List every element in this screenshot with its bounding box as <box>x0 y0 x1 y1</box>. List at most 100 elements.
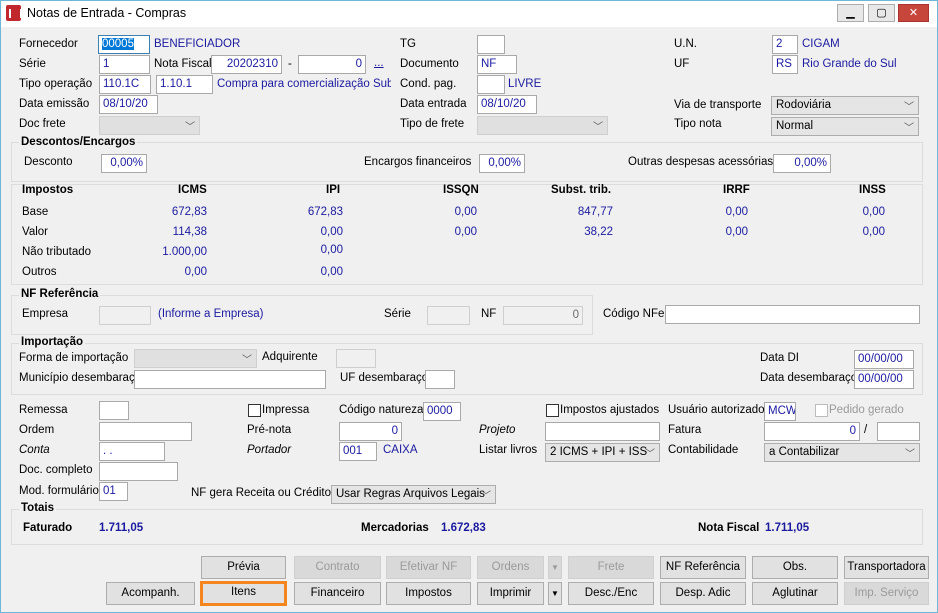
uf-input[interactable]: RS <box>772 55 798 74</box>
contrato-button[interactable]: Contrato <box>294 556 381 579</box>
itens-button[interactable]: Itens <box>200 581 287 606</box>
impressa-checkbox[interactable] <box>248 404 261 417</box>
frete-button[interactable]: Frete <box>568 556 654 579</box>
ordens-dropdown-icon[interactable]: ▼ <box>548 556 562 579</box>
tipo-frete-select[interactable]: ﹀ <box>477 116 608 135</box>
listar-livros-value: 2 ICMS + IPI + ISS <box>550 446 648 458</box>
obs-button[interactable]: Obs. <box>752 556 838 579</box>
encargos-label: Encargos financeiros <box>364 156 472 168</box>
data-entrada-input[interactable]: 08/10/20 <box>477 95 537 114</box>
usuario-autorizado-input[interactable]: MCW <box>764 402 796 421</box>
fatura-input[interactable]: 0 <box>764 422 860 441</box>
base-inss: 0,00 <box>862 206 885 218</box>
portador-input[interactable]: 001 <box>339 442 377 461</box>
serie-input[interactable]: 1 <box>99 55 150 74</box>
nota-fiscal-lookup-button[interactable]: ... <box>374 57 384 69</box>
imprimir-dropdown-icon[interactable]: ▼ <box>548 582 562 605</box>
valor-subst: 38,22 <box>584 226 613 238</box>
conta-input[interactable]: . . <box>99 442 165 461</box>
totais-title: Totais <box>19 502 57 514</box>
codigo-nfe-input[interactable] <box>665 305 920 324</box>
data-di-input[interactable]: 00/00/00 <box>854 350 914 369</box>
data-emissao-input[interactable]: 08/10/20 <box>99 95 158 114</box>
mod-formulario-input[interactable]: 01 <box>99 482 128 501</box>
base-icms: 672,83 <box>171 206 207 218</box>
nota-fiscal-input[interactable]: 20202310 <box>211 55 282 74</box>
doc-frete-select[interactable]: ﹀ <box>99 116 200 135</box>
close-button[interactable]: ✕ <box>898 4 929 22</box>
pre-nota-input[interactable]: 0 <box>339 422 402 441</box>
imprimir-button[interactable]: Imprimir <box>477 582 544 605</box>
fornecedor-label: Fornecedor <box>19 38 78 50</box>
municipio-label: Município desembaraço <box>19 372 142 384</box>
cfop-input[interactable]: 1.10.1 <box>156 75 213 94</box>
acompanh-button[interactable]: Acompanh. <box>106 582 195 605</box>
ordem-input[interactable] <box>99 422 192 441</box>
usuario-autorizado-label: Usuário autorizado <box>668 404 765 416</box>
nf-ref-serie-input[interactable] <box>427 306 470 325</box>
contabilidade-select[interactable]: a Contabilizar ﹀ <box>764 443 920 462</box>
codigo-natureza-input[interactable]: 0000 <box>423 402 461 421</box>
tipo-nota-select[interactable]: Normal ﹀ <box>771 117 919 136</box>
base-irrf: 0,00 <box>725 206 748 218</box>
remessa-label: Remessa <box>19 404 68 416</box>
desconto-input[interactable]: 0,00% <box>101 154 147 173</box>
window: Notas de Entrada - Compras ▁ ▢ ✕ Fornece… <box>0 0 938 613</box>
adquirente-input[interactable] <box>336 349 376 368</box>
chevron-down-icon: ﹀ <box>904 123 914 134</box>
nf-ref-nf-input[interactable]: 0 <box>503 306 583 325</box>
transportadora-button[interactable]: Transportadora <box>844 556 929 579</box>
codigo-natureza-label: Código natureza <box>339 404 424 416</box>
fatura-sep: / <box>864 424 868 436</box>
cond-pag-input[interactable] <box>477 75 505 94</box>
ordem-label: Ordem <box>19 424 55 436</box>
outras-despesas-input[interactable]: 0,00% <box>773 154 831 173</box>
desc-enc-button[interactable]: Desc./Enc <box>568 582 654 605</box>
nf-referencia-button[interactable]: NF Referência <box>660 556 746 579</box>
empresa-input[interactable] <box>99 306 151 325</box>
nota-fiscal-suffix-input[interactable]: 0 <box>298 55 366 74</box>
maximize-button[interactable]: ▢ <box>868 4 895 22</box>
fatura-parcela-input[interactable] <box>877 422 920 441</box>
nota-fiscal-sep: - <box>288 58 292 70</box>
row-valor-label: Valor <box>22 226 48 238</box>
forma-importacao-select[interactable]: ﹀ <box>134 349 257 368</box>
uf-desembaraco-input[interactable] <box>425 370 455 389</box>
tg-input[interactable] <box>477 35 505 54</box>
encargos-input[interactable]: 0,00% <box>479 154 525 173</box>
impostos-ajustados-checkbox[interactable] <box>546 404 559 417</box>
documento-input[interactable]: NF <box>477 55 517 74</box>
imp-servico-button[interactable]: Imp. Serviço <box>844 582 929 605</box>
data-desembaraco-input[interactable]: 00/00/00 <box>854 370 914 389</box>
impressa-label: Impressa <box>262 404 310 416</box>
tipo-operacao-input[interactable]: 110.1C <box>99 75 151 94</box>
un-input[interactable]: 2 <box>772 35 798 54</box>
projeto-input[interactable] <box>545 422 660 441</box>
impostos-button[interactable]: Impostos <box>386 582 471 605</box>
financeiro-button[interactable]: Financeiro <box>294 582 381 605</box>
pedido-gerado-checkbox[interactable] <box>815 404 828 417</box>
efetivar-nf-button[interactable]: Efetivar NF <box>386 556 471 579</box>
via-transporte-select[interactable]: Rodoviária ﹀ <box>771 96 919 115</box>
un-label: U.N. <box>674 38 697 50</box>
importacao-title: Importação <box>19 336 85 348</box>
municipio-input[interactable] <box>134 370 326 389</box>
remessa-input[interactable] <box>99 401 129 420</box>
listar-livros-select[interactable]: 2 ICMS + IPI + ISS ﹀ <box>545 443 660 462</box>
previa-button[interactable]: Prévia <box>201 556 286 579</box>
aglutinar-button[interactable]: Aglutinar <box>752 582 838 605</box>
nf-referencia-title: NF Referência <box>19 288 101 300</box>
cond-pag-desc: LIVRE <box>508 78 542 90</box>
col-icms: ICMS <box>178 184 207 196</box>
valor-irrf: 0,00 <box>725 226 748 238</box>
ordens-button[interactable]: Ordens <box>477 556 544 579</box>
base-issqn: 0,00 <box>454 206 477 218</box>
desp-adic-button[interactable]: Desp. Adic <box>660 582 746 605</box>
doc-completo-input[interactable] <box>99 462 178 481</box>
nf-gera-select[interactable]: Usar Regras Arquivos Legais ﹀ <box>331 485 496 504</box>
col-issqn: ISSQN <box>443 184 479 196</box>
minimize-button[interactable]: ▁ <box>837 4 864 22</box>
fornecedor-code-input[interactable]: 00005 <box>98 35 150 54</box>
col-subst-trib: Subst. trib. <box>551 184 612 196</box>
col-ipi: IPI <box>326 184 341 196</box>
